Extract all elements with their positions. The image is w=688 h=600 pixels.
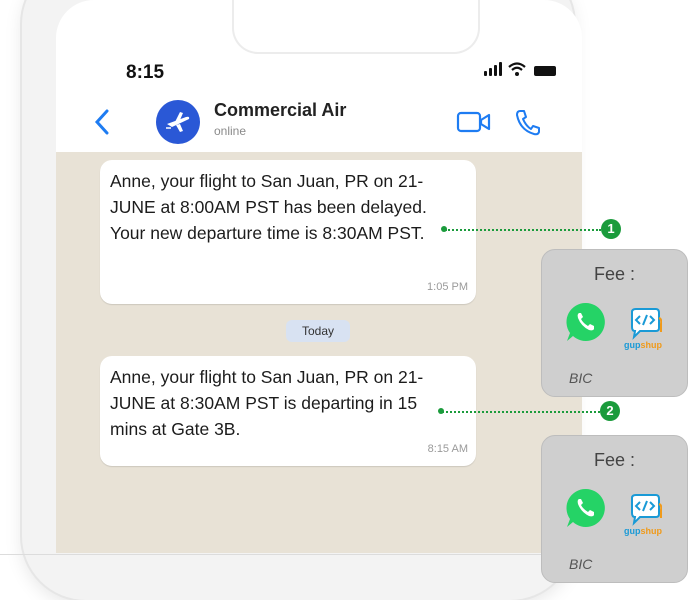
back-chevron-icon[interactable] xyxy=(92,108,112,136)
status-icons xyxy=(484,62,556,76)
gupshup-wordmark: gupshup xyxy=(624,526,662,536)
chat-area: Anne, your flight to San Juan, PR on 21-… xyxy=(56,152,582,553)
status-time: 8:15 xyxy=(126,62,165,83)
connector-line xyxy=(442,411,600,413)
video-call-icon[interactable] xyxy=(456,110,492,134)
contact-name[interactable]: Commercial Air xyxy=(214,100,346,121)
date-chip: Today xyxy=(286,320,350,342)
avatar[interactable] xyxy=(156,100,200,144)
fee-label: Fee : xyxy=(593,264,636,284)
gupshup-wordmark: gupshup xyxy=(624,340,662,350)
contact-status: online xyxy=(214,124,247,138)
message-text: Anne, your flight to San Juan, PR on 21-… xyxy=(110,367,424,439)
message-time: 1:05 PM xyxy=(427,281,468,293)
message-bubble[interactable]: Anne, your flight to San Juan, PR on 21-… xyxy=(100,356,476,466)
message-bubble[interactable]: Anne, your flight to San Juan, PR on 21-… xyxy=(100,160,476,304)
gupshup-icon xyxy=(631,308,662,340)
notch xyxy=(232,0,480,54)
airplane-icon xyxy=(166,112,190,132)
message-text: Anne, your flight to San Juan, PR on 21-… xyxy=(110,171,427,243)
message-time: 8:15 AM xyxy=(427,443,468,455)
fee-tag: BIC xyxy=(569,556,593,572)
phone-call-icon[interactable] xyxy=(514,108,540,136)
whatsapp-icon xyxy=(566,302,605,341)
phone-screen: 8:15 Commercial Air online Anne, your fl… xyxy=(56,0,582,553)
signal-icon xyxy=(484,62,502,76)
gupshup-icon xyxy=(631,494,662,526)
fee-tag: BIC xyxy=(569,370,593,386)
fee-card: Fee : gupshup BIC xyxy=(541,249,688,397)
connector-line xyxy=(445,229,601,231)
wifi-icon xyxy=(508,62,526,76)
annotation-badge: 1 xyxy=(601,219,621,239)
annotation-badge: 2 xyxy=(600,401,620,421)
fee-label: Fee : xyxy=(593,450,636,470)
divider xyxy=(0,554,541,555)
fee-card: Fee : gupshup BIC xyxy=(541,435,688,583)
battery-icon xyxy=(534,66,556,76)
chat-header: Commercial Air online xyxy=(56,94,582,153)
whatsapp-icon xyxy=(566,488,605,527)
